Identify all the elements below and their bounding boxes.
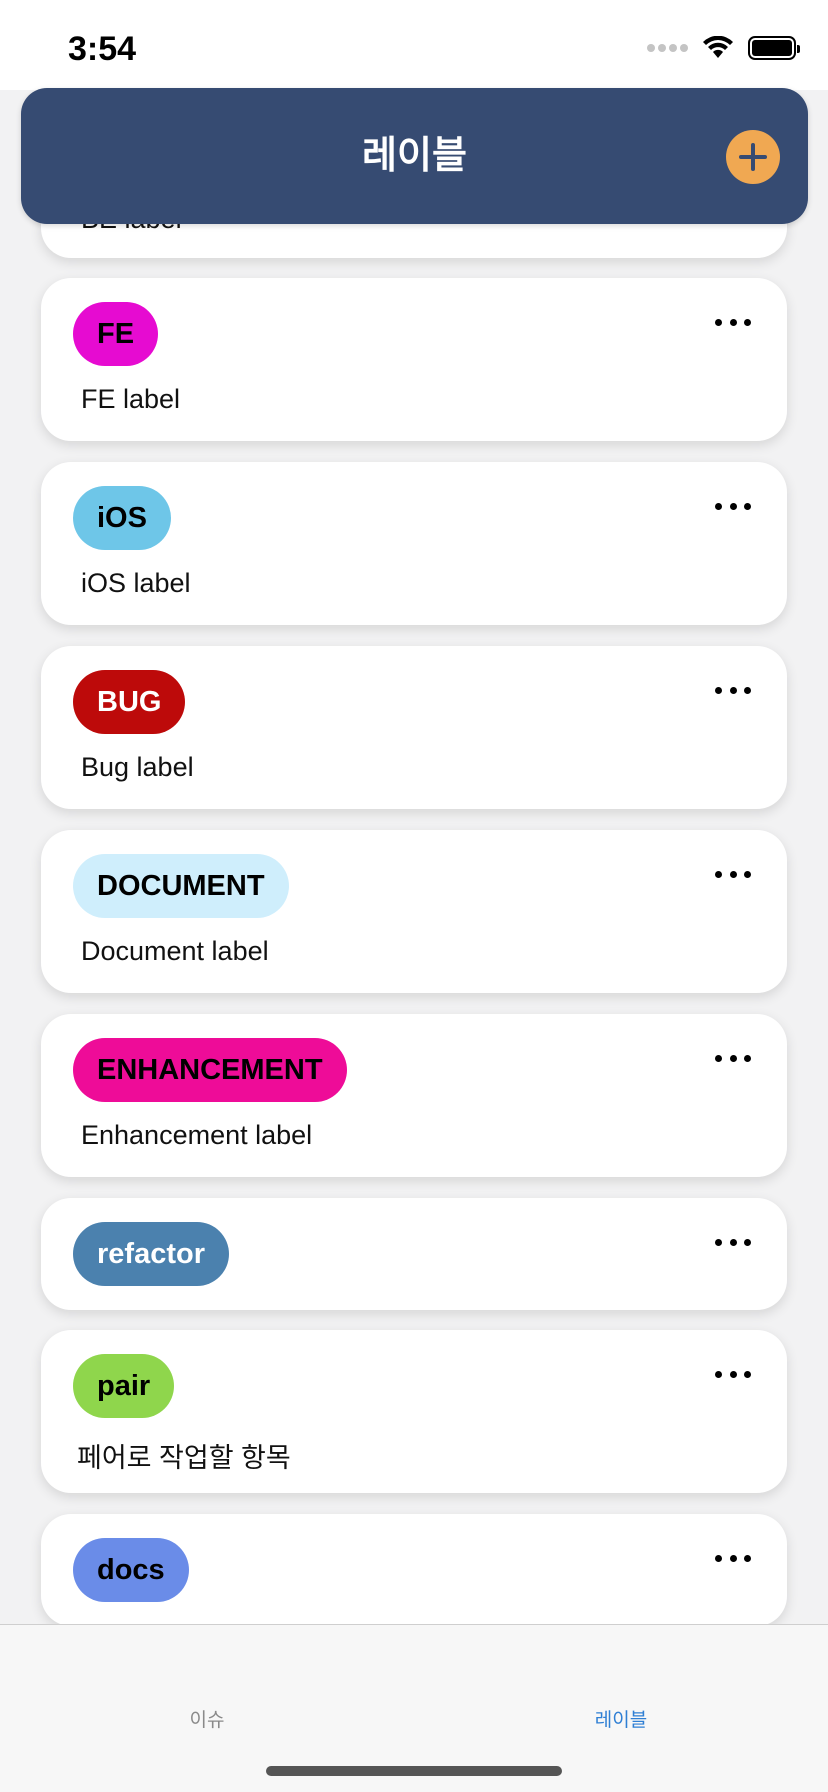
more-options-icon[interactable] [715,312,751,332]
home-indicator [266,1766,562,1776]
label-badge: DOCUMENT [73,854,289,918]
status-icons [647,36,800,60]
label-badge: ENHANCEMENT [73,1038,347,1102]
label-badge: BUG [73,670,186,734]
add-label-button[interactable] [726,130,780,184]
navigation-header: 레이블 [21,88,808,224]
label-badge: iOS [73,486,171,550]
label-card-ios[interactable]: iOS iOS label [41,462,787,625]
label-badge: refactor [73,1222,229,1286]
more-options-icon[interactable] [715,1232,751,1252]
tab-bar: 이슈 레이블 [0,1624,828,1792]
status-bar: 3:54 [0,0,828,90]
tab-labels[interactable]: 레이블 [414,1705,828,1732]
label-badge: pair [73,1354,175,1418]
more-options-icon[interactable] [715,1548,751,1568]
label-card-enhancement[interactable]: ENHANCEMENT Enhancement label [41,1014,787,1177]
more-options-icon[interactable] [715,496,751,516]
status-time: 3:54 [68,30,137,68]
label-description: Bug label [81,752,194,782]
tab-issues[interactable]: 이슈 [0,1705,414,1732]
label-card-pair[interactable]: pair 페어로 작업할 항목 [41,1330,787,1493]
label-card-refactor[interactable]: refactor [41,1198,787,1310]
label-description: iOS label [81,568,191,598]
battery-icon [748,36,800,60]
more-options-icon[interactable] [715,1048,751,1068]
more-options-icon[interactable] [715,1364,751,1384]
label-list[interactable]: BE label FE FE label iOS iOS label BUG B… [0,0,828,1624]
label-card-docs[interactable]: docs [41,1514,787,1624]
more-options-icon[interactable] [715,864,751,884]
cellular-signal-icon [647,44,688,52]
page-title: 레이블 [362,135,467,177]
more-options-icon[interactable] [715,680,751,700]
wifi-icon [703,36,733,58]
label-card-fe[interactable]: FE FE label [41,278,787,441]
label-badge: FE [73,302,159,366]
label-card-document[interactable]: DOCUMENT Document label [41,830,787,993]
label-card-bug[interactable]: BUG Bug label [41,646,787,809]
label-description: Enhancement label [81,1120,313,1150]
label-description: 페어로 작업할 항목 [77,1443,291,1473]
label-badge: docs [73,1538,189,1602]
label-description: Document label [81,936,269,966]
label-description: FE label [81,384,181,414]
